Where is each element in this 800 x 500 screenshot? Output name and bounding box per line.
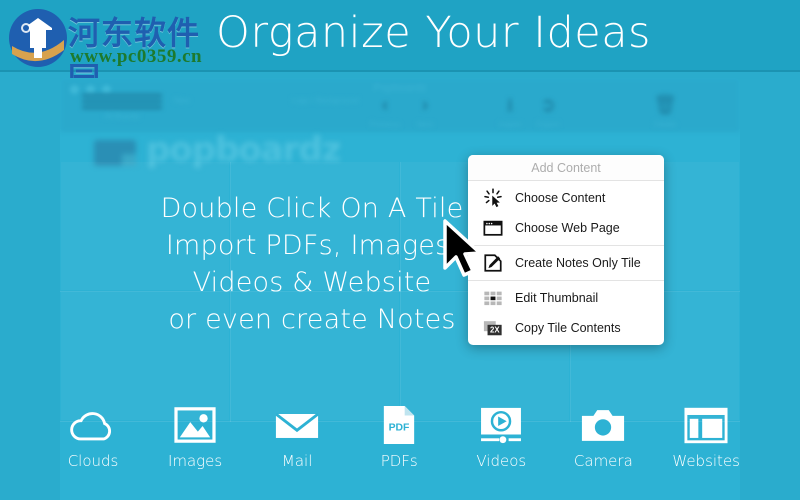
trash-icon: 🗑 [652, 95, 678, 116]
source-camera[interactable]: Camera [570, 402, 636, 470]
thumbnail-grid-icon [482, 287, 504, 309]
menu-item-label: Copy Tile Contents [515, 321, 621, 335]
camera-icon [570, 402, 636, 448]
toolbar-item-next[interactable]: › Next [385, 94, 465, 129]
grid-divider [230, 162, 231, 422]
content-source-row: Clouds Images Mail PDF PDFs Videos Camer… [60, 398, 740, 478]
source-label: PDFs [380, 452, 418, 470]
image-icon [162, 402, 228, 448]
source-label: Clouds [67, 452, 119, 470]
menu-item-create-notes-only-tile[interactable]: Create Notes Only Tile [468, 248, 664, 278]
chevron-right-icon: › [421, 95, 429, 116]
menu-item-edit-thumbnail[interactable]: Edit Thumbnail [468, 283, 664, 313]
banner-headline: Organize Your Ideas [216, 8, 651, 58]
menu-item-choose-content[interactable]: Choose Content [468, 183, 664, 213]
window-title: Popboardz [373, 82, 427, 94]
website-window-icon [672, 402, 740, 448]
pdf-badge-text: PDF [389, 423, 410, 434]
tile[interactable] [231, 162, 399, 290]
toolbar-item-export[interactable]: ➲ Export [508, 94, 588, 129]
envelope-icon [264, 402, 330, 448]
source-label: Camera [573, 452, 633, 470]
tile[interactable] [61, 162, 229, 290]
watermark-url: www.pc0359.cn [70, 46, 203, 67]
context-menu[interactable]: Add Content Choose Content Choose Web Pa… [468, 155, 664, 345]
two-x-icon: 2X [482, 317, 504, 339]
cloud-icon [60, 402, 126, 448]
menu-item-label: Choose Web Page [515, 221, 620, 235]
toolbar-item-new[interactable]: New [142, 94, 222, 105]
pdf-file-icon: PDF [366, 402, 432, 448]
source-label: Videos [476, 452, 527, 470]
menu-item-label: Choose Content [515, 191, 606, 205]
toolbar-item-delete[interactable]: 🗑 Delete [625, 94, 705, 129]
menu-item-copy-tile-contents[interactable]: 2X Copy Tile Contents [468, 313, 664, 343]
source-pdfs[interactable]: PDF PDFs [366, 402, 432, 470]
source-videos[interactable]: Videos [468, 402, 534, 470]
toolbar-label: Next [416, 120, 434, 129]
site-logo-icon [9, 9, 67, 67]
menu-item-choose-web-page[interactable]: Choose Web Page [468, 213, 664, 243]
source-mail[interactable]: Mail [264, 402, 330, 470]
mouse-cursor [443, 219, 482, 277]
menu-item-label: Edit Thumbnail [515, 291, 599, 305]
click-burst-icon [482, 187, 504, 209]
menu-item-label: Create Notes Only Tile [515, 256, 641, 270]
export-icon: ➲ [540, 95, 556, 116]
source-label: Mail [281, 452, 313, 470]
source-label: Websites [672, 452, 740, 470]
toolbar-label: Delete [653, 120, 677, 129]
source-label: Images [167, 452, 223, 470]
context-menu-header: Add Content [468, 155, 664, 181]
context-menu-group: Choose Content Choose Web Page [468, 181, 664, 245]
source-websites[interactable]: Websites [672, 402, 740, 470]
toolbar-label: Export [536, 120, 560, 129]
source-clouds[interactable]: Clouds [60, 402, 126, 470]
source-images[interactable]: Images [162, 402, 228, 470]
context-menu-group: Create Notes Only Tile [468, 245, 664, 280]
top-banner: 河东软件园 www.pc0359.cn Organize Your Ideas [0, 0, 800, 98]
svg-text:2X: 2X [490, 326, 500, 335]
toolbar-label: All Boards [103, 112, 141, 121]
video-player-icon [468, 402, 534, 448]
context-menu-group: Edit Thumbnail 2X Copy Tile Contents [468, 280, 664, 345]
watermark-logo: 河东软件园 www.pc0359.cn [4, 6, 214, 98]
toolbar-label: New [173, 96, 190, 105]
grid-divider [400, 162, 401, 422]
